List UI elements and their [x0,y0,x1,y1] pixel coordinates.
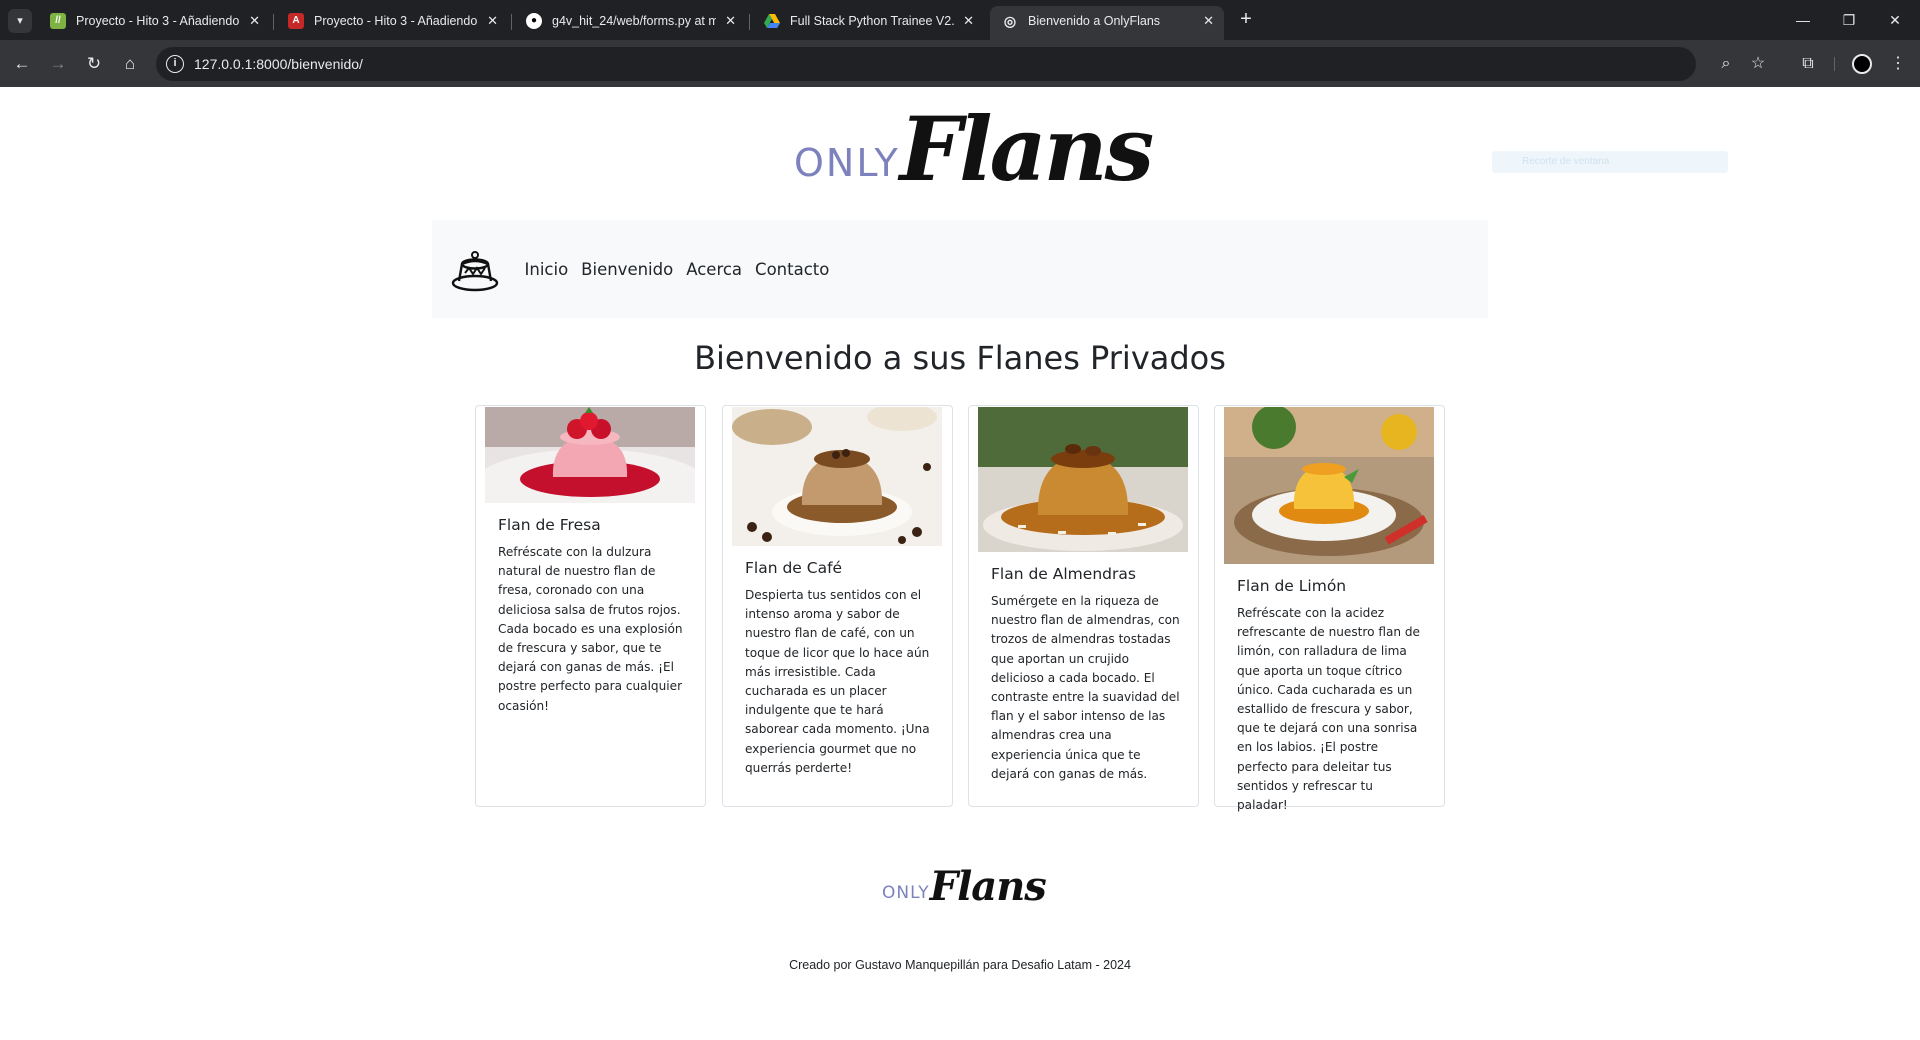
toolbar-divider [1834,57,1835,71]
card-description: Refréscate con la dulzura natural de nue… [498,545,683,713]
flan-limon-image [1224,407,1434,564]
new-tab-button[interactable]: + [1234,8,1258,32]
nav-link-contacto[interactable]: Contacto [749,260,836,279]
flan-card: Flan de Limón Refréscate con la acidez r… [1214,405,1445,812]
nav-link-acerca[interactable]: Acerca [680,260,749,279]
tab-search-button[interactable]: ▾ [8,9,32,33]
tab-title: Proyecto - Hito 3 - Añadiendo l [314,14,478,28]
google-drive-icon [764,13,780,29]
profile-avatar[interactable] [1852,54,1872,74]
browser-tab-active[interactable]: ◎ Bienvenido a OnlyFlans ✕ [990,6,1224,40]
card-description: Despierta tus sentidos con el intenso ar… [745,588,930,775]
footer-logo[interactable]: ONLYFlans [882,863,1047,910]
card-title: Flan de Almendras [991,565,1136,583]
card-description: Sumérgete en la riqueza de nuestro flan … [991,594,1180,781]
flan-cake-icon[interactable] [450,246,500,292]
close-icon[interactable]: ✕ [487,6,498,36]
pdf-icon: A [288,13,304,29]
web-page: ONLYFlans Recorte de ventana Inicio Bien… [0,87,1920,1040]
reload-icon[interactable]: ↻ [80,50,108,78]
close-window-icon[interactable]: ✕ [1872,0,1918,40]
card-description: Refréscate con la acidez refrescante de … [1237,606,1420,813]
site-navbar: Inicio Bienvenido Acerca Contacto [432,220,1488,318]
close-icon[interactable]: ✕ [963,6,974,36]
green-doc-icon: // [50,13,66,29]
flan-card: Flan de Café Despierta tus sentidos con … [722,405,953,807]
address-bar[interactable]: i 127.0.0.1:8000/bienvenido/ [156,47,1696,81]
flan-almendras-image [978,407,1188,552]
flan-cafe-image [732,407,942,546]
card-title: Flan de Café [745,559,843,577]
close-icon[interactable]: ✕ [725,6,736,36]
tab-separator [273,14,274,30]
browser-tab[interactable]: Full Stack Python Trainee V2.0 G ✕ [752,6,984,40]
back-icon[interactable]: ← [8,50,36,78]
logo-flans-text: Flans [899,97,1154,201]
tab-separator [511,14,512,30]
close-icon[interactable]: ✕ [1203,6,1214,36]
card-title: Flan de Limón [1237,577,1347,595]
logo-flans-text: Flans [929,863,1047,910]
github-icon: ● [526,13,542,29]
flan-fresa-image [485,407,695,503]
tab-title: Proyecto - Hito 3 - Añadiendo l [76,14,240,28]
nav-link-bienvenido[interactable]: Bienvenido [575,260,680,279]
page-title: Bienvenido a sus Flanes Privados [694,339,1226,377]
tab-title: g4v_hit_24/web/forms.py at ma [552,14,716,28]
tab-separator [749,14,750,30]
flan-card: Flan de Fresa Refréscate con la dulzura … [475,405,706,807]
browser-toolbar: ← → ↻ ⌂ i 127.0.0.1:8000/bienvenido/ ⌕ ☆… [0,40,1920,87]
home-icon[interactable]: ⌂ [116,50,144,78]
browser-tab[interactable]: // Proyecto - Hito 3 - Añadiendo l ✕ [38,6,270,40]
logo-only-text: ONLY [882,883,930,903]
bookmark-star-icon[interactable]: ☆ [1744,50,1772,78]
logo-only-text: ONLY [794,141,900,185]
card-title: Flan de Fresa [498,516,601,534]
browser-tab-strip: ▾ // Proyecto - Hito 3 - Añadiendo l ✕ A… [0,0,1920,40]
footer-credits: Creado por Gustavo Manquepillán para Des… [789,958,1131,972]
tab-title: Bienvenido a OnlyFlans [1028,14,1161,28]
browser-tab[interactable]: ● g4v_hit_24/web/forms.py at ma ✕ [514,6,746,40]
close-icon[interactable]: ✕ [249,6,260,36]
url-text[interactable]: 127.0.0.1:8000/bienvenido/ [194,47,363,81]
globe-icon: ◎ [1003,13,1017,29]
forward-icon[interactable]: → [44,50,72,78]
browser-tab[interactable]: A Proyecto - Hito 3 - Añadiendo l ✕ [276,6,508,40]
nav-links: Inicio Bienvenido Acerca Contacto [518,220,836,318]
minimize-icon[interactable]: — [1780,0,1826,40]
site-info-icon[interactable]: i [166,55,184,73]
nav-link-inicio[interactable]: Inicio [518,260,575,279]
menu-icon[interactable]: ⋮ [1884,50,1912,78]
site-logo[interactable]: ONLYFlans [794,97,1154,201]
restore-icon[interactable]: ❐ [1826,0,1872,40]
extensions-icon[interactable]: ⧉ [1794,50,1822,78]
zoom-icon[interactable]: ⌕ [1712,50,1740,78]
window-snip-overlay: Recorte de ventana [1492,151,1728,173]
flan-card: Flan de Almendras Sumérgete en la riquez… [968,405,1199,807]
tab-title: Full Stack Python Trainee V2.0 G [790,14,954,28]
